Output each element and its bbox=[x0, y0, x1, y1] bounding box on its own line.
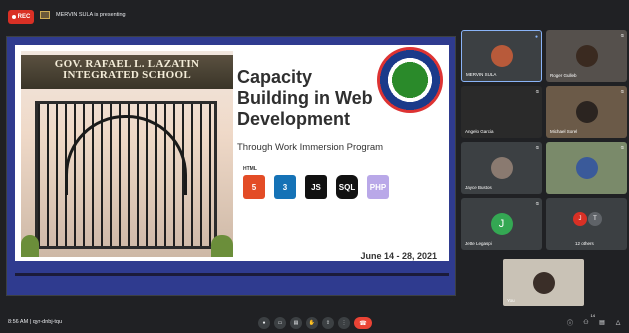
chat-button[interactable]: ▤ bbox=[597, 317, 607, 327]
tech-icons: HTML 5 3 JS SQL PHP bbox=[243, 166, 389, 199]
meeting-code: qyr-dnbj-tqu bbox=[32, 319, 63, 325]
html-caption: HTML bbox=[243, 166, 257, 172]
html5-icon: HTML 5 bbox=[243, 166, 265, 199]
participant-tile-unnamed[interactable]: ⦸ bbox=[546, 142, 627, 194]
call-controls: ● ▭ ▤ ✋ ⇪ ⋮ ☎ bbox=[258, 317, 372, 329]
participant-avatar bbox=[575, 157, 598, 179]
more-options-button[interactable]: ⋮ bbox=[338, 317, 350, 329]
participant-avatar bbox=[490, 45, 513, 67]
people-icon: ⚇ bbox=[583, 319, 589, 326]
side-controls: ⓘ ⚇ 14 ▤ △ bbox=[565, 313, 623, 327]
avatar-initial: J bbox=[498, 218, 505, 230]
present-icon: ⇪ bbox=[325, 320, 331, 326]
hand-icon: ✋ bbox=[308, 320, 316, 326]
participant-tile-jette[interactable]: J ⦸ Jette Legaspi bbox=[461, 198, 542, 250]
participant-name: Michael Sorel bbox=[550, 129, 578, 134]
present-button[interactable]: ⇪ bbox=[322, 317, 334, 329]
participant-name: Jette Legaspi bbox=[465, 241, 492, 246]
participant-avatar bbox=[575, 45, 598, 67]
chat-icon: ▤ bbox=[599, 319, 605, 326]
school-signboard: GOV. RAFAEL L. LAZATIN INTEGRATED SCHOOL bbox=[21, 55, 233, 89]
meeting-separator: | bbox=[29, 319, 32, 325]
mic-off-icon: ⦸ bbox=[535, 89, 539, 95]
raise-hand-button[interactable]: ✋ bbox=[306, 317, 318, 329]
participant-avatar bbox=[490, 157, 513, 179]
sql-label: SQL bbox=[338, 182, 356, 192]
camera-button[interactable]: ▭ bbox=[274, 317, 286, 329]
others-initial-2: T bbox=[593, 216, 597, 222]
info-icon: ⓘ bbox=[566, 320, 573, 327]
meeting-time: 8:56 AM bbox=[8, 319, 29, 325]
bottom-bar: 8:56 AM | qyr-dnbj-tqu ● ▭ ▤ ✋ ⇪ ⋮ ☎ ⓘ ⚇… bbox=[0, 312, 629, 333]
more-vert-icon: ⋮ bbox=[341, 320, 347, 326]
recording-badge: REC bbox=[8, 10, 34, 24]
activities-icon: △ bbox=[615, 319, 621, 326]
others-avatar-2: T bbox=[588, 212, 602, 226]
css3-label: 3 bbox=[282, 182, 288, 192]
top-bar: REC MERVIN SULA is presenting bbox=[0, 0, 629, 30]
slide-subtitle: Through Work Immersion Program bbox=[237, 142, 384, 153]
others-avatar-1: J bbox=[573, 212, 587, 226]
participant-tile-roger[interactable]: ⦸ Roger Gulleb bbox=[546, 30, 627, 82]
participant-tile-jayce[interactable]: ⦸ Jayce Bustos bbox=[461, 142, 542, 194]
mic-off-icon: ⦸ bbox=[620, 33, 624, 39]
mic-off-icon: ⦸ bbox=[535, 145, 539, 151]
participant-name: Jayce Bustos bbox=[465, 185, 492, 190]
participant-name: MERVIN SULA bbox=[466, 72, 497, 77]
css3-icon: 3 bbox=[274, 175, 296, 199]
recording-label: REC bbox=[17, 14, 31, 20]
self-avatar bbox=[532, 271, 555, 294]
speaking-icon: ● bbox=[534, 34, 538, 40]
participant-name: Roger Gulleb bbox=[550, 73, 577, 78]
others-count: 12 others bbox=[575, 241, 594, 246]
participant-name: Angelo Garcia bbox=[465, 129, 494, 134]
hang-up-icon: ☎ bbox=[359, 320, 367, 327]
sql-icon: SQL bbox=[336, 175, 358, 199]
slide-title: Capacity Building in Web Development bbox=[237, 67, 373, 129]
captions-icon: ▤ bbox=[293, 320, 299, 326]
slide-divider bbox=[15, 273, 449, 276]
participant-avatar: J bbox=[490, 213, 513, 235]
presentation-stage: GOV. RAFAEL L. LAZATIN INTEGRATED SCHOOL… bbox=[6, 36, 456, 296]
self-view[interactable]: You bbox=[503, 259, 584, 306]
people-count: 14 bbox=[590, 313, 595, 318]
camera-icon: ▭ bbox=[277, 320, 283, 326]
presenter-thumbnail bbox=[40, 11, 50, 19]
php-label: PHP bbox=[369, 182, 387, 192]
others-tile[interactable]: J T 12 others bbox=[546, 198, 627, 250]
record-dot-icon bbox=[11, 15, 16, 19]
microphone-icon: ● bbox=[262, 320, 266, 326]
mic-off-icon: ⦸ bbox=[535, 201, 539, 207]
html5-label: 5 bbox=[251, 182, 257, 192]
javascript-icon: JS bbox=[305, 175, 327, 199]
js-label: JS bbox=[311, 182, 321, 192]
slide: GOV. RAFAEL L. LAZATIN INTEGRATED SCHOOL… bbox=[15, 45, 449, 261]
participant-tile-michael[interactable]: ⦸ Michael Sorel bbox=[546, 86, 627, 138]
bush-right bbox=[211, 235, 233, 257]
meeting-info: 8:56 AM | qyr-dnbj-tqu bbox=[8, 319, 62, 325]
info-button[interactable]: ⓘ bbox=[565, 317, 575, 327]
others-initial-1: J bbox=[578, 216, 582, 222]
participant-tile-angelo[interactable]: ⦸ Angelo Garcia bbox=[461, 86, 542, 138]
mic-button[interactable]: ● bbox=[258, 317, 270, 329]
people-button[interactable]: ⚇ 14 bbox=[581, 313, 595, 327]
php-icon: PHP bbox=[367, 175, 389, 199]
school-gate-photo: GOV. RAFAEL L. LAZATIN INTEGRATED SCHOOL bbox=[21, 51, 233, 257]
leave-call-button[interactable]: ☎ bbox=[354, 317, 372, 329]
activities-button[interactable]: △ bbox=[613, 317, 623, 327]
school-sign-text: GOV. RAFAEL L. LAZATIN INTEGRATED SCHOOL bbox=[54, 58, 200, 81]
bush-left bbox=[21, 235, 39, 257]
participant-avatar bbox=[575, 101, 598, 123]
mic-off-icon: ⦸ bbox=[620, 145, 624, 151]
participant-tile-mervin[interactable]: ● MERVIN SULA bbox=[461, 30, 542, 82]
self-name: You bbox=[507, 298, 515, 303]
mic-off-icon: ⦸ bbox=[620, 89, 624, 95]
presenting-text: MERVIN SULA is presenting bbox=[56, 12, 126, 18]
captions-button[interactable]: ▤ bbox=[290, 317, 302, 329]
presenting-banner: MERVIN SULA is presenting bbox=[40, 11, 126, 19]
slide-date: June 14 - 28, 2021 bbox=[360, 251, 437, 261]
